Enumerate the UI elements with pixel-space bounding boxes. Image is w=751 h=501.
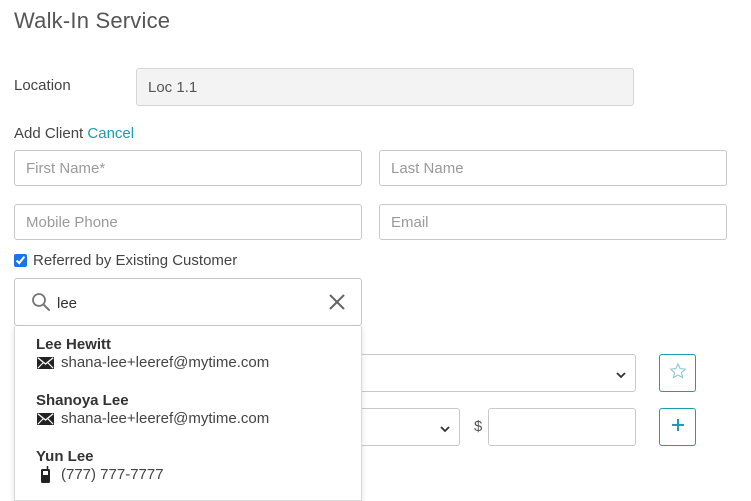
result-detail: shana-lee+leeref@mytime.com xyxy=(61,410,270,427)
add-client-row: Add Client Cancel xyxy=(14,125,134,142)
result-detail: shana-lee+leeref@mytime.com xyxy=(61,354,270,371)
add-client-label: Add Client xyxy=(14,125,84,142)
search-result-item[interactable]: Lee Hewitt shana-lee+leeref@mytime.com xyxy=(15,326,361,380)
search-result-item[interactable]: Shanoya Lee shana-lee+leeref@mytime.com xyxy=(15,382,361,436)
search-icon xyxy=(31,292,51,317)
customer-search-box[interactable] xyxy=(14,278,362,326)
customer-search-input[interactable] xyxy=(57,291,317,315)
chevron-down-icon xyxy=(615,368,627,386)
first-name-input[interactable] xyxy=(14,150,362,186)
cancel-link[interactable]: Cancel xyxy=(87,125,134,142)
email-input[interactable] xyxy=(379,204,727,240)
envelope-icon xyxy=(37,356,54,369)
plus-icon xyxy=(671,418,685,437)
favorite-button[interactable] xyxy=(659,354,696,392)
service-select[interactable] xyxy=(340,354,636,392)
close-icon[interactable] xyxy=(328,293,346,316)
star-icon xyxy=(668,362,687,385)
location-label: Location xyxy=(14,77,71,94)
referred-checkbox[interactable] xyxy=(14,254,27,267)
price-input[interactable] xyxy=(488,408,636,446)
mobile-phone-input[interactable] xyxy=(14,204,362,240)
mobile-phone-icon xyxy=(41,466,50,483)
referral-row[interactable]: Referred by Existing Customer xyxy=(14,252,237,269)
page-title: Walk-In Service xyxy=(14,8,171,33)
currency-symbol: $ xyxy=(474,418,483,435)
last-name-input[interactable] xyxy=(379,150,727,186)
result-name: Lee Hewitt xyxy=(36,336,112,353)
search-result-item[interactable]: Yun Lee (777) 777-7777 xyxy=(15,438,361,492)
referred-checkbox-label: Referred by Existing Customer xyxy=(33,252,238,269)
search-results-dropdown: Lee Hewitt shana-lee+leeref@mytime.com S… xyxy=(14,326,362,501)
result-name: Yun Lee xyxy=(36,448,94,465)
location-field: Loc 1.1 xyxy=(136,68,634,106)
result-name: Shanoya Lee xyxy=(36,392,129,409)
add-service-button[interactable] xyxy=(659,408,696,446)
chevron-down-icon xyxy=(439,422,451,440)
result-detail: (777) 777-7777 xyxy=(61,466,164,483)
envelope-icon xyxy=(37,412,54,425)
